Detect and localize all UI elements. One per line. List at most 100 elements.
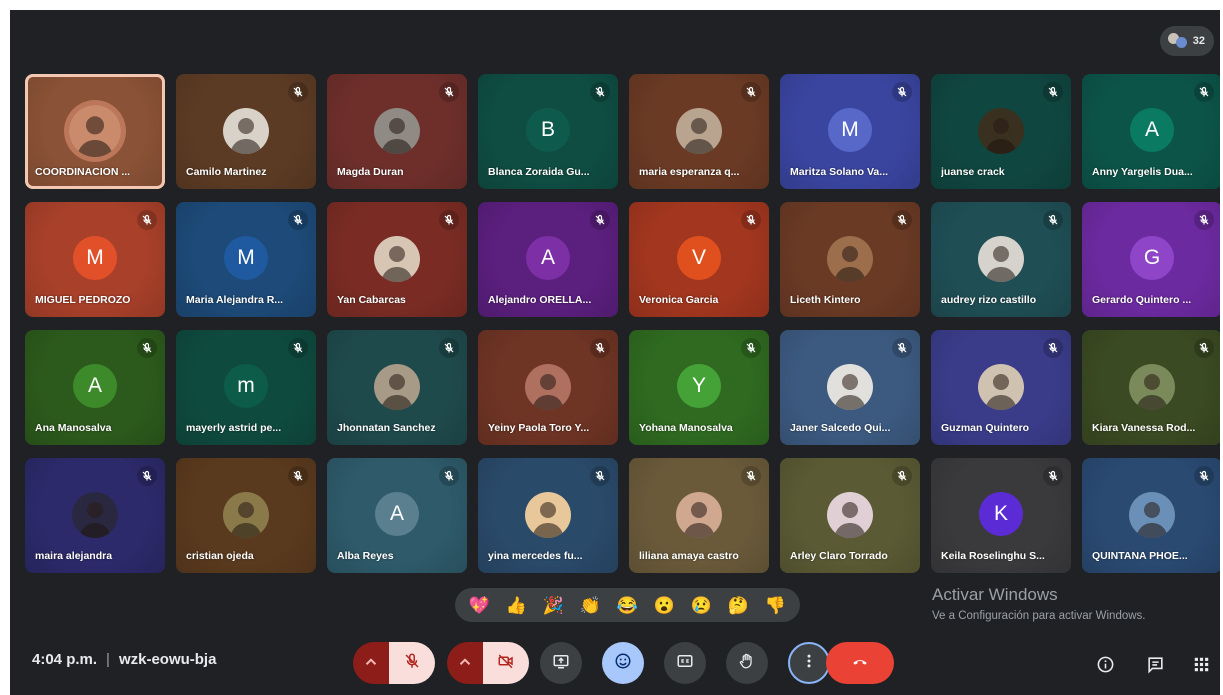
raise-hand-button[interactable]: [726, 642, 768, 684]
participant-tile[interactable]: liliana amaya castro: [629, 458, 769, 573]
avatar-photo: [374, 236, 420, 282]
participant-tile[interactable]: G Gerardo Quintero ...: [1082, 202, 1220, 317]
participant-tile[interactable]: Guzman Quintero: [931, 330, 1071, 445]
participants-button[interactable]: 32: [1160, 26, 1214, 56]
participant-tile[interactable]: B Blanca Zoraida Gu...: [478, 74, 618, 189]
participant-tile[interactable]: Yan Cabarcas: [327, 202, 467, 317]
avatar-photo: [1129, 492, 1175, 538]
participant-tile[interactable]: M Maritza Solano Va...: [780, 74, 920, 189]
reaction-emoji[interactable]: 👏: [580, 597, 601, 614]
closed-captions-icon: [676, 652, 694, 675]
participant-tile[interactable]: COORDINACION ...: [25, 74, 165, 189]
mic-muted-icon: [1194, 338, 1214, 358]
audio-options-button[interactable]: [353, 642, 389, 684]
participant-tile[interactable]: M MIGUEL PEDROZO: [25, 202, 165, 317]
mic-muted-icon: [288, 466, 308, 486]
reaction-emoji[interactable]: 🤔: [728, 597, 749, 614]
participant-name: Yohana Manosalva: [639, 422, 733, 434]
participants-avatars: [1168, 33, 1190, 49]
avatar: A: [526, 236, 570, 280]
mic-muted-icon: [1194, 466, 1214, 486]
mic-muted-icon: [1043, 82, 1063, 102]
reaction-emoji[interactable]: 😢: [691, 597, 712, 614]
avatar-photo: [223, 108, 269, 154]
participant-tile[interactable]: m mayerly astrid pe...: [176, 330, 316, 445]
participant-tile[interactable]: A Anny Yargelis Dua...: [1082, 74, 1220, 189]
reaction-emoji[interactable]: 💖: [469, 597, 490, 614]
avatar-photo: [978, 108, 1024, 154]
participant-tile[interactable]: yina mercedes fu...: [478, 458, 618, 573]
leave-call-button[interactable]: [826, 642, 894, 684]
participant-tile[interactable]: Yeiny Paola Toro Y...: [478, 330, 618, 445]
participant-tile[interactable]: K Keila Roselinghu S...: [931, 458, 1071, 573]
avatar-photo: [1129, 364, 1175, 410]
reaction-emoji[interactable]: 🎉: [543, 597, 564, 614]
video-options-button[interactable]: [447, 642, 483, 684]
reaction-emoji[interactable]: 👍: [506, 597, 527, 614]
chat-button[interactable]: [1144, 656, 1166, 678]
participant-tile[interactable]: cristian ojeda: [176, 458, 316, 573]
info-icon: [1096, 655, 1115, 679]
present-screen-icon: [552, 652, 570, 675]
participant-name: audrey rizo castillo: [941, 294, 1037, 306]
meeting-time: 4:04 p.m.: [32, 651, 98, 668]
participant-tile[interactable]: QUINTANA PHOE...: [1082, 458, 1220, 573]
activities-button[interactable]: [1190, 656, 1212, 678]
avatar: V: [677, 236, 721, 280]
participant-tile[interactable]: Jhonnatan Sanchez: [327, 330, 467, 445]
mic-muted-icon: [288, 210, 308, 230]
reaction-emoji[interactable]: 😮: [654, 597, 675, 614]
participant-name: Maritza Solano Va...: [790, 166, 889, 178]
camera-toggle-button[interactable]: [483, 642, 529, 684]
mic-muted-icon: [892, 82, 912, 102]
participant-tile[interactable]: Kiara Vanessa Rod...: [1082, 330, 1220, 445]
participant-tile[interactable]: M Maria Alejandra R...: [176, 202, 316, 317]
mic-muted-icon: [892, 210, 912, 230]
send-reaction-button[interactable]: [602, 642, 644, 684]
smiley-icon: [614, 652, 632, 675]
participant-name: liliana amaya castro: [639, 550, 739, 562]
participant-tile[interactable]: Janer Salcedo Qui...: [780, 330, 920, 445]
more-options-button[interactable]: [788, 642, 830, 684]
mic-muted-icon: [590, 210, 610, 230]
participant-name: Maria Alejandra R...: [186, 294, 284, 306]
mic-muted-icon: [288, 82, 308, 102]
participant-name: Camilo Martinez: [186, 166, 267, 178]
reaction-emoji[interactable]: 😂: [617, 597, 638, 614]
watermark-title: Activar Windows: [932, 585, 1058, 604]
meeting-details-button[interactable]: [1094, 656, 1116, 678]
participant-tile[interactable]: Magda Duran: [327, 74, 467, 189]
avatar: K: [979, 492, 1023, 536]
avatar-photo: [72, 492, 118, 538]
participant-tile[interactable]: audrey rizo castillo: [931, 202, 1071, 317]
more-vertical-icon: [800, 652, 818, 675]
participant-tile[interactable]: A Alba Reyes: [327, 458, 467, 573]
participant-tile[interactable]: Camilo Martinez: [176, 74, 316, 189]
present-screen-button[interactable]: [540, 642, 582, 684]
mic-muted-icon: [1043, 466, 1063, 486]
mic-muted-icon: [137, 338, 157, 358]
participant-name: Veronica Garcia: [639, 294, 719, 306]
participant-tile[interactable]: Y Yohana Manosalva: [629, 330, 769, 445]
participant-tile[interactable]: Arley Claro Torrado: [780, 458, 920, 573]
participant-tile[interactable]: A Alejandro ORELLA...: [478, 202, 618, 317]
hand-icon: [738, 652, 756, 675]
participant-tile[interactable]: V Veronica Garcia: [629, 202, 769, 317]
participant-tile[interactable]: A Ana Manosalva: [25, 330, 165, 445]
avatar: B: [526, 108, 570, 152]
participant-tile[interactable]: juanse crack: [931, 74, 1071, 189]
participants-count: 32: [1192, 35, 1205, 47]
participant-tile[interactable]: maira alejandra: [25, 458, 165, 573]
participant-name: Magda Duran: [337, 166, 404, 178]
participant-tile[interactable]: maria esperanza q...: [629, 74, 769, 189]
participant-tile[interactable]: Liceth Kintero: [780, 202, 920, 317]
mic-muted-icon: [137, 466, 157, 486]
participant-name: Liceth Kintero: [790, 294, 861, 306]
mic-muted-icon: [1194, 82, 1214, 102]
reaction-emoji[interactable]: 👎: [765, 597, 786, 614]
captions-button[interactable]: [664, 642, 706, 684]
mic-muted-icon: [892, 338, 912, 358]
participant-name: Ana Manosalva: [35, 422, 112, 434]
microphone-toggle-button[interactable]: [389, 642, 435, 684]
avatar-photo: [827, 492, 873, 538]
